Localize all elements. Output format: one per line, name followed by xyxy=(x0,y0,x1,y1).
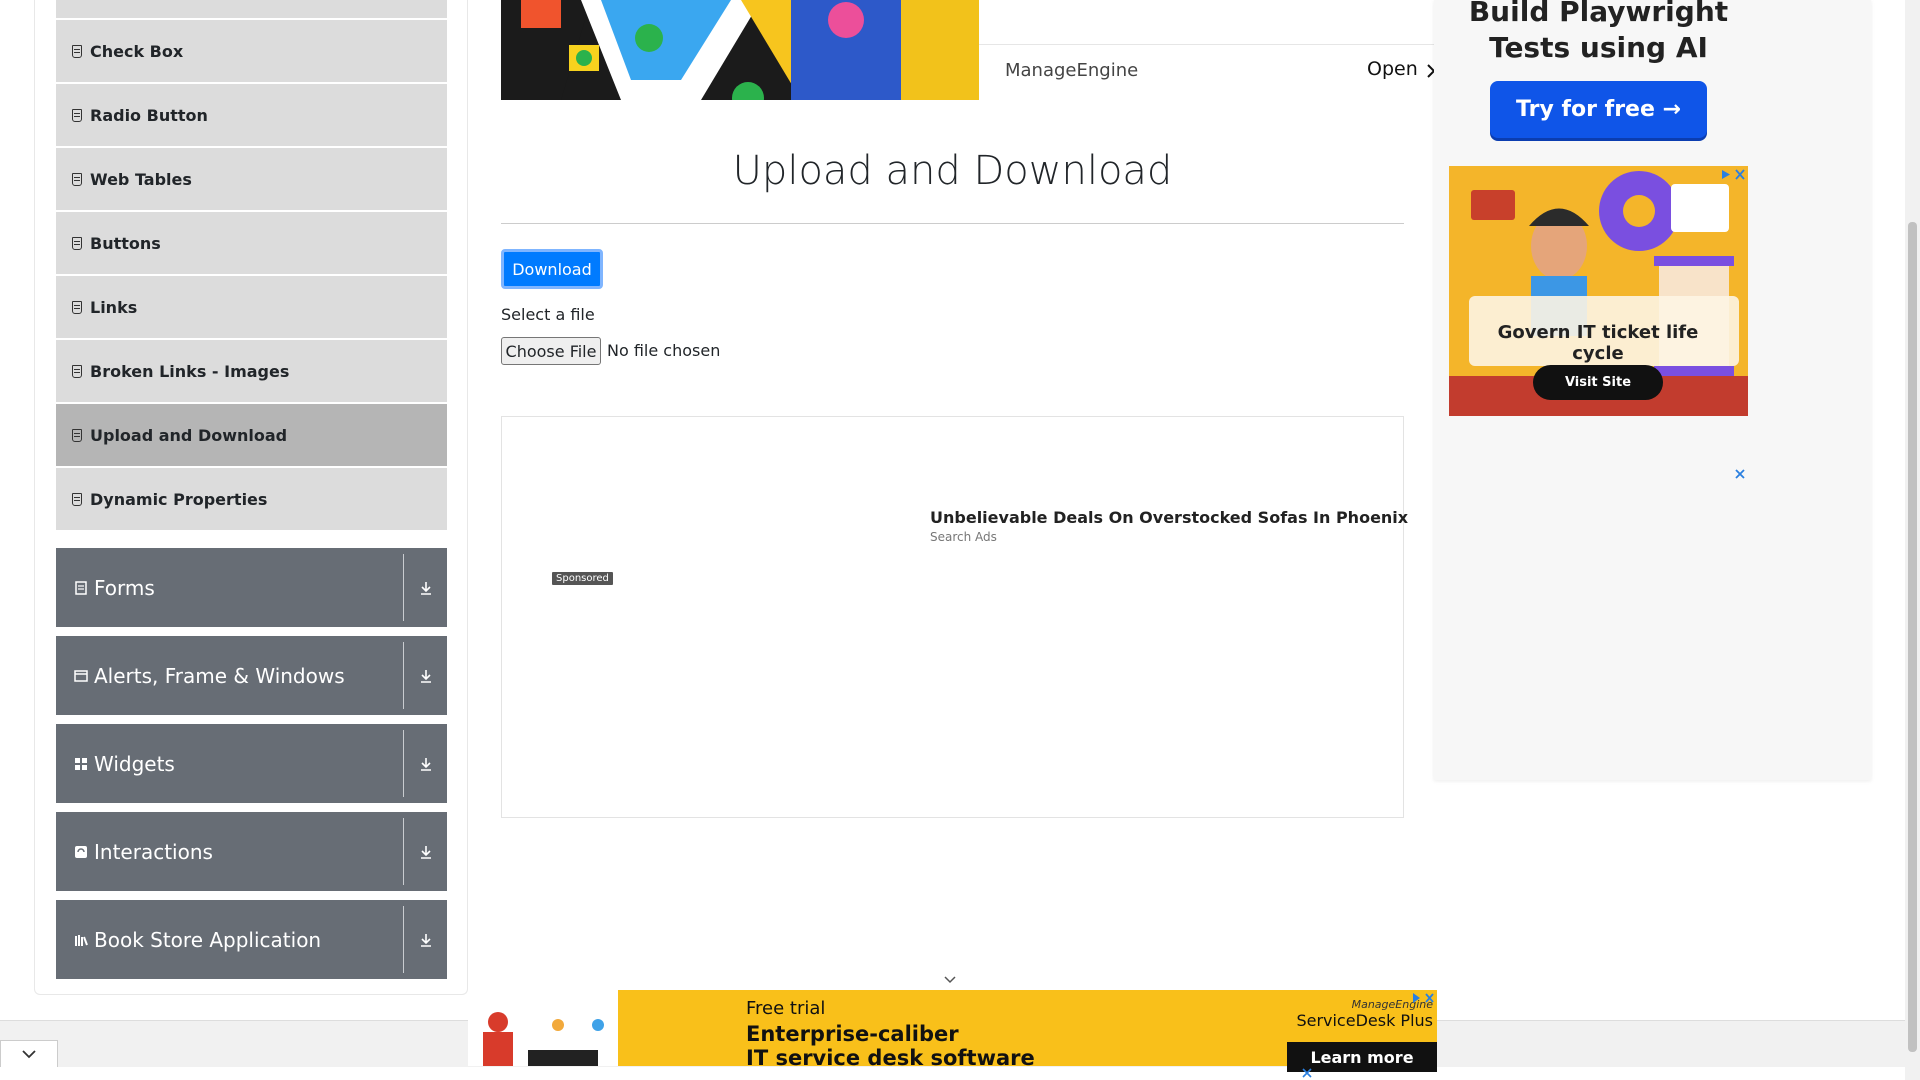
widgets-icon xyxy=(75,757,87,770)
divider xyxy=(979,44,1434,45)
elements-menu-list: Check Box Radio Button Web Tables Button… xyxy=(56,0,447,532)
sponsored-badge: Sponsored xyxy=(552,572,613,585)
group-label: Forms xyxy=(94,575,155,600)
bookstore-icon xyxy=(75,934,88,946)
group-label: Interactions xyxy=(94,839,213,864)
menu-item-buttons[interactable]: Buttons xyxy=(56,212,447,274)
try-for-free-button[interactable]: Try for free → xyxy=(1490,81,1707,138)
ad-brand: ManageEngine xyxy=(1005,60,1139,81)
top-ad-image[interactable] xyxy=(501,0,979,100)
ad-choices-icon[interactable] xyxy=(1720,168,1746,181)
bottom-ad-line1: Enterprise-caliber xyxy=(746,1022,959,1046)
menu-item-label: Links xyxy=(90,297,138,317)
menu-item-label: Dynamic Properties xyxy=(90,489,268,509)
bottom-ad-line2: IT service desk software xyxy=(746,1046,1035,1070)
menu-item-label: Check Box xyxy=(90,41,184,61)
select-file-label: Select a file xyxy=(501,305,595,324)
menu-item-links[interactable]: Links xyxy=(56,276,447,338)
list-icon xyxy=(72,428,82,442)
choose-file-button[interactable]: Choose File xyxy=(501,337,601,365)
expand-download-icon[interactable] xyxy=(404,756,447,772)
center-ad-box[interactable] xyxy=(501,416,1404,818)
group-widgets[interactable]: Widgets xyxy=(56,724,447,803)
menu-item-label: Radio Button xyxy=(90,105,208,125)
expand-download-icon[interactable] xyxy=(404,580,447,596)
group-forms[interactable]: Forms xyxy=(56,548,447,627)
chevron-down-icon[interactable] xyxy=(943,975,957,985)
expand-download-icon[interactable] xyxy=(404,932,447,948)
menu-item-broken-links[interactable]: Broken Links - Images xyxy=(56,340,447,402)
brand-big: ServiceDesk Plus xyxy=(1296,1011,1433,1030)
ad-headline[interactable]: Unbelievable Deals On Overstocked Sofas … xyxy=(930,508,1408,527)
ad-open-link[interactable]: Open xyxy=(1367,58,1418,80)
footer-toggle[interactable] xyxy=(0,1040,58,1067)
list-icon xyxy=(72,108,82,122)
list-icon xyxy=(72,492,82,506)
menu-item-label: Broken Links - Images xyxy=(90,361,290,381)
window-icon xyxy=(74,669,88,682)
group-book-store[interactable]: Book Store Application xyxy=(56,900,447,979)
ad-title-line2: Tests using AI xyxy=(1489,31,1708,64)
menu-item-dynamic-properties[interactable]: Dynamic Properties xyxy=(56,468,447,530)
ad-choices-icon[interactable] xyxy=(1411,992,1435,1004)
close-icon[interactable] xyxy=(1734,468,1746,480)
group-interactions[interactable]: Interactions xyxy=(56,812,447,891)
list-icon xyxy=(72,300,82,314)
group-label: Alerts, Frame & Windows xyxy=(94,663,345,688)
list-icon xyxy=(72,236,82,250)
interactions-icon xyxy=(75,845,87,858)
scrollbar-thumb[interactable] xyxy=(1908,222,1917,1052)
visit-site-button[interactable]: Visit Site xyxy=(1533,365,1663,400)
close-icon[interactable] xyxy=(1302,1068,1312,1078)
chevron-down-icon xyxy=(22,1050,36,1059)
file-status-text: No file chosen xyxy=(607,341,721,360)
group-alerts-frame-windows[interactable]: Alerts, Frame & Windows xyxy=(56,636,447,715)
menu-item-label: Upload and Download xyxy=(90,425,288,445)
list-icon xyxy=(72,44,82,58)
expand-download-icon[interactable] xyxy=(404,844,447,860)
ad-title: Build Playwright Tests using AI xyxy=(1449,0,1748,66)
menu-item-upload-download[interactable]: Upload and Download xyxy=(56,404,447,466)
expand-download-icon[interactable] xyxy=(404,668,447,684)
menu-item-check-box[interactable]: Check Box xyxy=(56,20,447,82)
download-button[interactable]: Download xyxy=(501,249,603,289)
page-title: Upload and Download xyxy=(732,148,1173,194)
form-icon xyxy=(75,580,87,595)
ad-source: Search Ads xyxy=(930,530,997,544)
list-icon xyxy=(72,172,82,186)
group-label: Widgets xyxy=(94,751,175,776)
top-ad-bar[interactable]: ManageEngine Open xyxy=(979,0,1435,100)
menu-item-radio-button[interactable]: Radio Button xyxy=(56,84,447,146)
bottom-ad-free-trial: Free trial xyxy=(746,998,826,1019)
divider xyxy=(501,223,1404,224)
group-label: Book Store Application xyxy=(94,927,322,952)
ad-title-line1: Build Playwright xyxy=(1468,0,1729,28)
govern-ad-text: Govern IT ticket life cycle xyxy=(1497,322,1699,364)
menu-item-partial[interactable] xyxy=(56,0,447,18)
list-icon xyxy=(72,364,82,378)
menu-item-label: Buttons xyxy=(90,233,161,253)
menu-item-label: Web Tables xyxy=(90,169,192,189)
menu-item-web-tables[interactable]: Web Tables xyxy=(56,148,447,210)
